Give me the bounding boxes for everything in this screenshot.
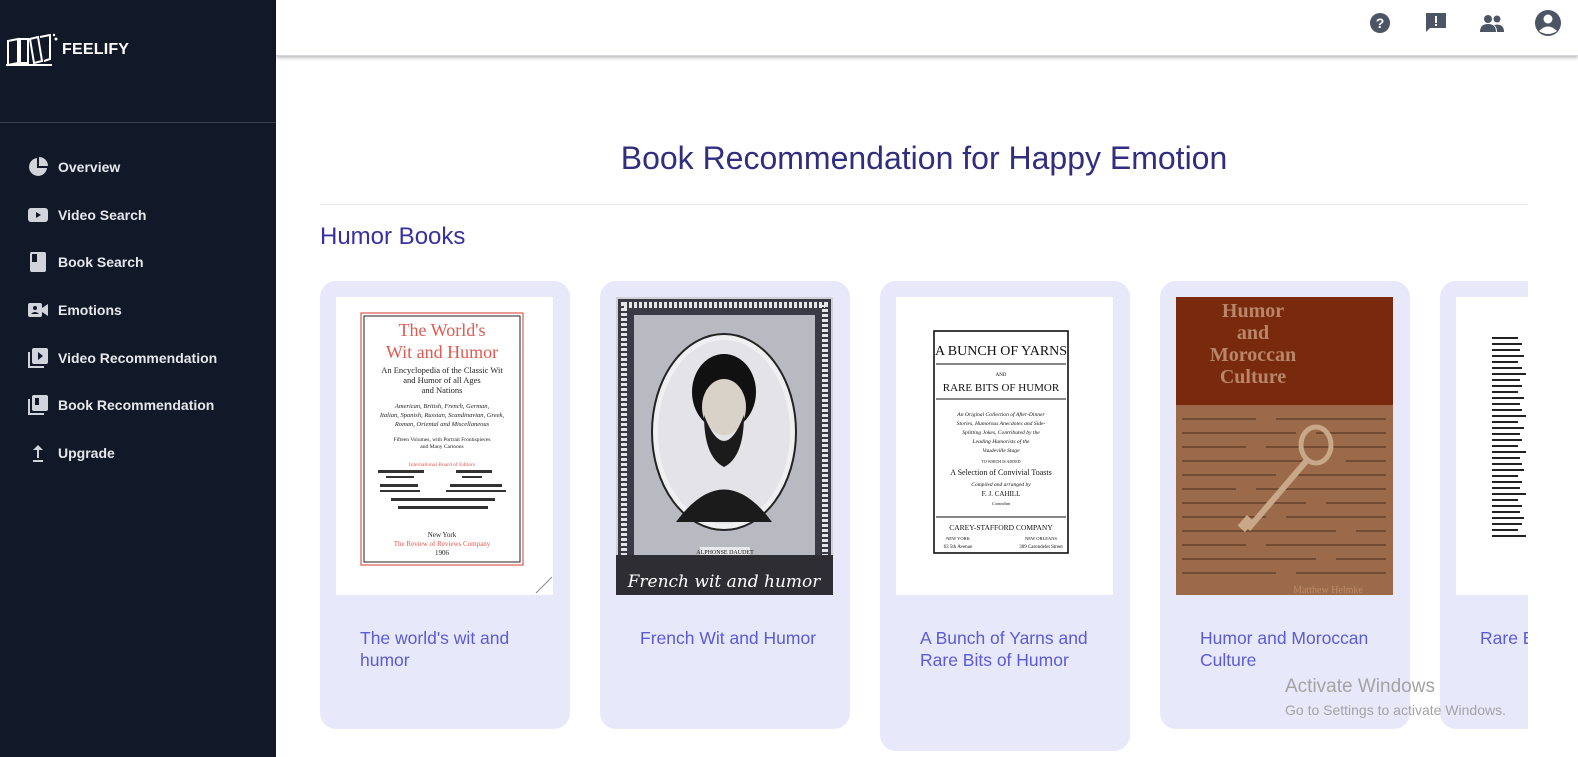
cover-text: A Selection of Convivial Toasts	[950, 468, 1052, 477]
sidebar-item-book-search[interactable]: Book Search	[28, 238, 217, 286]
book-card[interactable]: A BUNCH OF YARNS AND RARE BITS OF HUMOR …	[880, 281, 1130, 751]
book-title[interactable]: The world's wit and humor	[360, 627, 540, 671]
cover-text: AND	[996, 373, 1007, 378]
sidebar-item-video-search[interactable]: Video Search	[28, 191, 217, 239]
cover-text: Humor	[1222, 300, 1284, 322]
top-bar: ?	[276, 0, 1578, 56]
cover-text: CAREY-STAFFORD COMPANY	[949, 523, 1053, 532]
cover-text: F. J. CAHILL	[982, 490, 1021, 498]
cover-title-line2: Wit and Humor	[386, 342, 498, 362]
video-camera-icon	[28, 300, 48, 320]
cover-text: American, British, French, German,	[394, 403, 490, 410]
sidebar-item-emotions[interactable]: Emotions	[28, 286, 217, 334]
cover-title-line1: The World's	[399, 320, 486, 340]
sidebar-divider	[0, 122, 276, 123]
cover-text: Leading Humorists of the	[971, 438, 1030, 445]
sidebar: FEELIFY Overview Video Search Book Searc…	[0, 0, 276, 757]
upload-icon	[28, 443, 48, 463]
cover-text: 1906	[435, 549, 450, 557]
cover-text: 63 5th Avenue	[944, 545, 974, 550]
cover-text: and Humor of all Ages	[403, 375, 480, 385]
sidebar-item-label: Overview	[58, 158, 121, 175]
books-logo-icon	[6, 33, 58, 67]
title-divider	[320, 204, 1528, 205]
cover-text: Comedian	[992, 501, 1011, 506]
cover-text: and Nations	[422, 385, 463, 395]
cover-text: The Review of Reviews Company	[394, 540, 491, 548]
cover-caption: French wit and humor	[627, 572, 822, 592]
library-books-icon	[28, 395, 48, 416]
sidebar-item-label: Video Search	[58, 206, 147, 223]
sidebar-item-label: Book Search	[58, 254, 144, 271]
sidebar-item-label: Video Recommendation	[58, 349, 218, 366]
account-icon[interactable]	[1534, 9, 1562, 37]
book-cover: ALPHONSE DAUDET French wit and humor	[616, 297, 833, 595]
brand-logo[interactable]: FEELIFY	[6, 33, 129, 67]
sidebar-item-overview[interactable]: Overview	[28, 143, 217, 191]
sidebar-item-label: Book Recommendation	[58, 397, 215, 414]
book-cover	[1456, 297, 1528, 595]
cover-text: An Encyclopedia of the Classic Wit	[381, 365, 503, 375]
cover-text: NEW ORLEANS	[1025, 536, 1058, 541]
pie-chart-icon	[28, 156, 48, 177]
activation-watermark: Activate Windows Go to Settings to activ…	[1285, 676, 1506, 718]
sidebar-nav: Overview Video Search Book Search Emotio…	[28, 143, 217, 477]
section-title: Humor Books	[320, 223, 466, 250]
sidebar-item-video-recommendation[interactable]: Video Recommendation	[28, 334, 217, 382]
cover-text: Moroccan	[1210, 344, 1296, 366]
cover-text: 309 Carondelet Street	[1019, 545, 1063, 550]
help-icon[interactable]: ?	[1366, 9, 1394, 37]
cover-text: Compiled and arranged by	[971, 482, 1031, 488]
sidebar-item-upgrade[interactable]: Upgrade	[28, 429, 217, 477]
book-card[interactable]: Humor and Moroccan Culture Matthew Helmk…	[1160, 281, 1410, 729]
watermark-title: Activate Windows	[1285, 676, 1435, 697]
sidebar-item-label: Upgrade	[58, 444, 115, 461]
cover-text: Italian, Spanish, Russian, Scandinavian,…	[379, 412, 505, 419]
cover-text: Culture	[1220, 366, 1286, 388]
book-card[interactable]: ALPHONSE DAUDET French wit and humor Fre…	[600, 281, 850, 729]
book-title[interactable]: French Wit and Humor	[640, 627, 820, 649]
cover-text: TO WHICH IS ADDED	[981, 459, 1020, 464]
top-bar-actions: ?	[1338, 9, 1562, 37]
book-cover: A BUNCH OF YARNS AND RARE BITS OF HUMOR …	[896, 297, 1113, 595]
youtube-icon	[28, 205, 48, 225]
cover-text: Splitting Jokes, Contributed by the	[962, 430, 1040, 436]
sidebar-item-book-recommendation[interactable]: Book Recommendation	[28, 381, 217, 429]
book-title[interactable]: Humor and Moroccan Culture	[1200, 627, 1380, 671]
cover-text: and Many Cartoons	[420, 444, 463, 450]
feedback-icon[interactable]	[1422, 9, 1450, 37]
sidebar-item-label: Emotions	[58, 301, 122, 318]
video-library-icon	[28, 347, 48, 368]
cover-text: A BUNCH OF YARNS	[935, 344, 1067, 359]
cover-text: Fifteen Volumes, with Portrait Frontispi…	[393, 436, 490, 443]
book-cover: The World's Wit and Humor An Encyclopedi…	[336, 297, 553, 595]
page-title: Book Recommendation for Happy Emotion	[620, 140, 1228, 176]
book-card[interactable]: The World's Wit and Humor An Encyclopedi…	[320, 281, 570, 729]
cover-text: Vaudeville Stage	[982, 448, 1020, 454]
cover-text: New York	[428, 531, 457, 539]
cover-text: NEW YORK	[946, 536, 971, 541]
book-title[interactable]: Rare B	[1480, 627, 1528, 649]
people-icon[interactable]	[1478, 9, 1506, 37]
brand-name: FEELIFY	[62, 41, 130, 58]
cover-text: Stories, Humorous Anecdotes and Side-	[957, 421, 1046, 427]
main-content: Book Recommendation for Happy Emotion Hu…	[276, 56, 1578, 757]
book-cover: Humor and Moroccan Culture Matthew Helmk…	[1176, 297, 1393, 595]
cover-text: RARE BITS OF HUMOR	[943, 382, 1060, 394]
cover-author: Matthew Helmke	[1293, 585, 1363, 595]
cover-text: An Original Collection of After-Dinner	[956, 411, 1045, 418]
book-title[interactable]: A Bunch of Yarns and Rare Bits of Humor	[920, 627, 1100, 671]
book-icon	[28, 252, 48, 273]
watermark-subtitle: Go to Settings to activate Windows.	[1285, 702, 1506, 718]
cover-text: International Board of Editors	[409, 461, 475, 468]
book-card[interactable]: Rare B	[1440, 281, 1528, 729]
cover-text: and	[1237, 322, 1269, 344]
cover-text: Roman, Oriental and Miscellaneous	[394, 421, 490, 428]
svg-text:?: ?	[1376, 15, 1385, 31]
